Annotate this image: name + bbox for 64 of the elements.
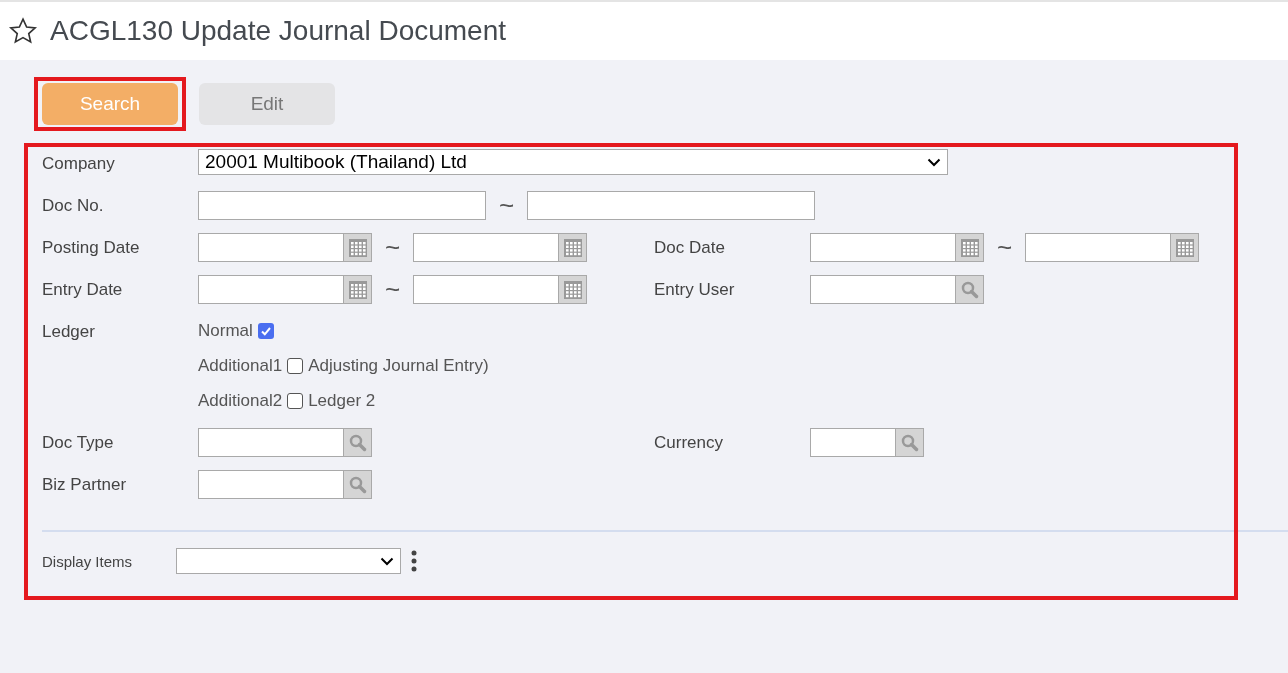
calendar-icon	[562, 237, 583, 258]
lookup-field[interactable]	[198, 470, 372, 499]
checkbox[interactable]	[257, 323, 274, 339]
search-button[interactable]: Search	[42, 83, 178, 125]
company-select[interactable]: 20001 Multibook (Thailand) Ltd	[198, 149, 948, 175]
field-label: Doc Type	[42, 432, 115, 454]
field-label: Currency	[654, 432, 724, 454]
date-field[interactable]	[198, 275, 372, 304]
range-separator: ~	[383, 275, 402, 304]
field-label: Ledger	[42, 321, 96, 343]
star-icon[interactable]	[8, 16, 38, 46]
lookup-field[interactable]	[810, 428, 924, 457]
field-label: Entry Date	[42, 279, 124, 301]
field-label: Entry User	[654, 279, 736, 301]
calendar-icon	[347, 237, 368, 258]
field-label: Biz Partner	[42, 474, 128, 496]
date-field[interactable]	[198, 233, 372, 262]
calendar-icon	[959, 237, 980, 258]
calendar-icon	[562, 279, 583, 300]
calendar-button[interactable]	[558, 276, 586, 303]
chevron-down-icon	[927, 157, 941, 167]
range-separator: ~	[995, 233, 1014, 262]
date-field[interactable]	[810, 233, 984, 262]
edit-button[interactable]: Edit	[199, 83, 335, 125]
checkbox-label: Additional1	[198, 356, 283, 376]
input-field[interactable]	[198, 191, 486, 220]
field-label: Doc Date	[654, 237, 726, 259]
search-icon	[960, 280, 979, 299]
calendar-button[interactable]	[558, 234, 586, 261]
search-icon	[348, 433, 367, 452]
page-title: ACGL130 Update Journal Document	[50, 15, 507, 47]
range-separator: ~	[383, 233, 402, 262]
calendar-button[interactable]	[343, 276, 371, 303]
field-label: Posting Date	[42, 237, 141, 259]
field-label: Display Items	[42, 552, 134, 570]
input-field[interactable]	[527, 191, 815, 220]
lookup-field[interactable]	[198, 428, 372, 457]
search-icon	[900, 433, 919, 452]
checkbox[interactable]	[287, 358, 304, 374]
search-button[interactable]	[343, 471, 371, 498]
calendar-button[interactable]	[1170, 234, 1198, 261]
checkbox-label: Normal	[198, 321, 253, 341]
checkbox-note: Adjusting Journal Entry)	[308, 356, 489, 376]
range-separator: ~	[497, 191, 516, 220]
search-button[interactable]	[343, 429, 371, 456]
calendar-icon	[347, 279, 368, 300]
display-items-select[interactable]	[176, 548, 401, 574]
field-label: Doc No.	[42, 195, 105, 217]
date-field[interactable]	[413, 233, 587, 262]
search-button[interactable]	[895, 429, 923, 456]
calendar-button[interactable]	[343, 234, 371, 261]
checkbox-note: Ledger 2	[308, 391, 376, 411]
calendar-button[interactable]	[955, 234, 983, 261]
checkbox[interactable]	[287, 393, 304, 409]
date-field[interactable]	[413, 275, 587, 304]
date-field[interactable]	[1025, 233, 1199, 262]
search-icon	[348, 475, 367, 494]
field-label: Company	[42, 153, 116, 175]
calendar-icon	[1174, 237, 1195, 258]
lookup-field[interactable]	[810, 275, 984, 304]
chevron-down-icon	[380, 556, 394, 566]
search-button[interactable]	[955, 276, 983, 303]
checkbox-label: Additional2	[198, 391, 283, 411]
more-options-icon[interactable]	[411, 549, 417, 573]
